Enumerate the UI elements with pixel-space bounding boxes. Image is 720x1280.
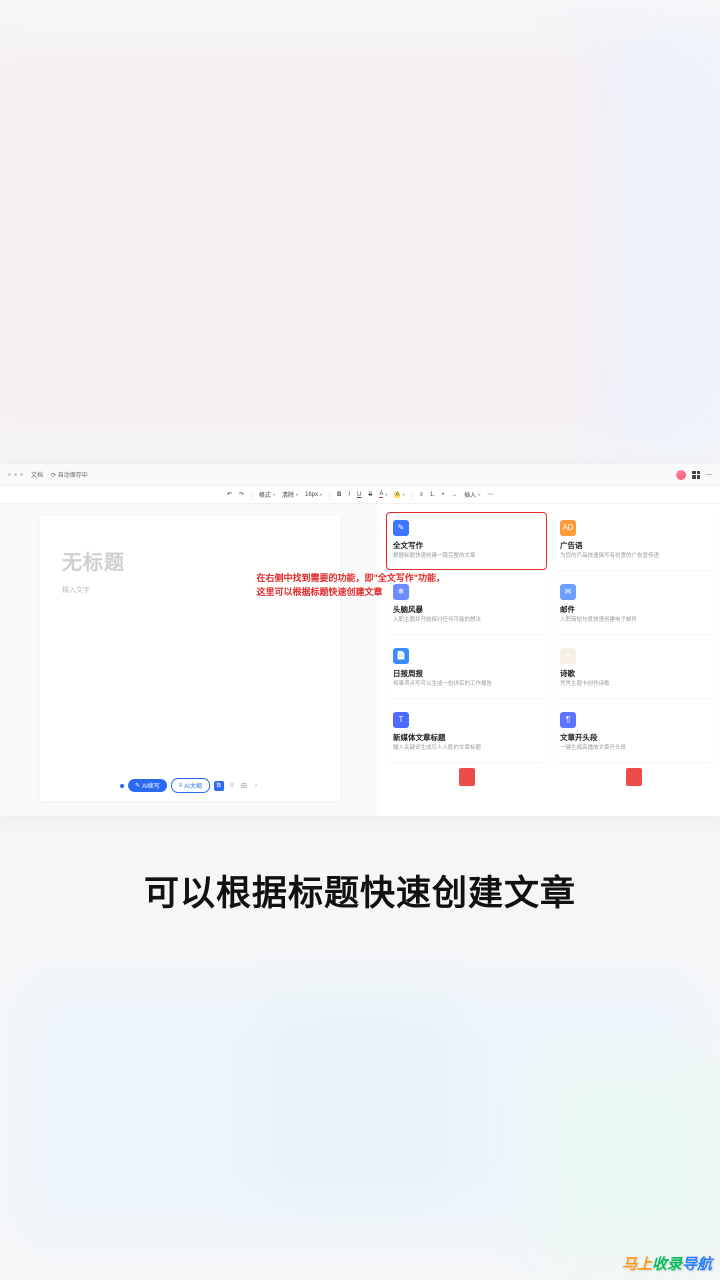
document-panel: 无标题 输入文字 在右侧中找到需要的功能，即"全文写作"功能， 这里可以根据标题… xyxy=(0,504,380,816)
feature-panel: ✎ 全文写作根据标题快速创建一篇完整的文章 AD 广告语为您的产品快速撰写有创意的广告… xyxy=(380,504,720,816)
view-mode-grid-icon[interactable]: 田 xyxy=(240,782,248,790)
annotation-line-2: 这里可以根据标题快速创建文章 xyxy=(256,585,445,599)
feature-desc: 一键生成高播放文章开头段 xyxy=(560,745,707,752)
unordered-list-button[interactable]: • xyxy=(442,492,444,498)
feature-title: 邮件 xyxy=(560,604,707,615)
feature-title: 广告语 xyxy=(560,540,707,551)
watermark-part-3: 导航 xyxy=(682,1253,712,1274)
feature-card-6[interactable]: T 新媒体文章标题输入关键词生成引人入胜的文章标题 xyxy=(386,704,547,762)
feature-card-partial-right[interactable] xyxy=(553,768,714,788)
insert-menu[interactable]: 插入▾ xyxy=(464,490,480,499)
format-painter-button[interactable]: 格式▾ xyxy=(259,490,275,499)
feature-card-0[interactable]: ✎ 全文写作根据标题快速创建一篇完整的文章 xyxy=(386,512,547,570)
feature-card-7[interactable]: ¶ 文章开头段一键生成高播放文章开头段 xyxy=(553,704,714,762)
subtitle-caption: 可以根据标题快速创建文章 xyxy=(0,865,720,916)
more-menu[interactable]: ⋯ xyxy=(487,491,493,498)
minimize-icon[interactable]: — xyxy=(706,472,712,478)
feature-icon: T xyxy=(393,712,409,728)
indent-button[interactable]: → xyxy=(451,492,457,498)
avatar[interactable] xyxy=(676,470,686,480)
feature-title: 头脑风暴 xyxy=(393,604,540,615)
document-page[interactable]: 无标题 输入文字 在右侧中找到需要的功能，即"全文写作"功能， 这里可以根据标题… xyxy=(40,516,340,801)
feature-desc: 将事项点写可以生成一份详实的工作报告 xyxy=(393,681,540,688)
strike-button[interactable]: S xyxy=(368,492,372,498)
feature-desc: 凭凭主题卡创作诗歌 xyxy=(560,681,707,688)
highlight-button[interactable]: A▾ xyxy=(394,492,404,498)
annotation-overlay: 在右侧中找到需要的功能，即"全文写作"功能， 这里可以根据标题快速创建文章 xyxy=(256,571,445,600)
font-size-select[interactable]: 16px▾ xyxy=(305,492,322,498)
watermark-part-2: 收录 xyxy=(652,1253,682,1274)
ai-continue-button[interactable]: ✎ AI续写 xyxy=(128,779,167,792)
feature-icon: ¶ xyxy=(560,712,576,728)
autosave-status: ⟳ 自动保存中 xyxy=(51,470,88,479)
feature-desc: 为您的产品快速撰写有创意的广告宣传语 xyxy=(560,553,707,560)
underline-button[interactable]: U xyxy=(357,492,361,498)
feature-title: 文章开头段 xyxy=(560,732,707,743)
footer-next-icon[interactable]: › xyxy=(252,782,260,790)
feature-title: 新媒体文章标题 xyxy=(393,732,540,743)
font-color-button[interactable]: A▾ xyxy=(379,491,387,498)
feature-icon: ✉ xyxy=(560,584,576,600)
word-count-button[interactable]: 数 xyxy=(214,781,224,791)
ai-outline-button[interactable]: ≡ AI大纲 xyxy=(171,778,210,793)
feature-card-partial-left[interactable] xyxy=(386,768,547,788)
editor-toolbar: ↶ ↷ 格式▾ 清除▾ 16px▾ B I U S A▾ A▾ ≡ 1. • →… xyxy=(0,486,720,504)
feature-title: 全文写作 xyxy=(393,540,540,551)
feature-card-4[interactable]: 📄 日报周报将事项点写可以生成一份详实的工作报告 xyxy=(386,640,547,698)
feature-card-3[interactable]: ✉ 邮件入职简短句意快速创建电子邮件 xyxy=(553,576,714,634)
redo-button[interactable]: ↷ xyxy=(239,491,244,498)
app-screenshot: 文档 ⟳ 自动保存中 — ↶ ↷ 格式▾ 清除▾ 16px▾ B I U S A… xyxy=(0,464,720,816)
align-button[interactable]: ≡ xyxy=(419,492,423,498)
view-mode-list-icon[interactable]: ≡ xyxy=(228,782,236,790)
clear-format-button[interactable]: 清除▾ xyxy=(282,490,298,499)
undo-button[interactable]: ↶ xyxy=(227,491,232,498)
bold-button[interactable]: B xyxy=(337,492,341,498)
watermark-part-1: 马上 xyxy=(622,1253,652,1274)
feature-desc: 入职主题并开始探讨任何可能的想法 xyxy=(393,617,540,624)
feature-icon: AD xyxy=(560,520,576,536)
feature-desc: 输入关键词生成引人入胜的文章标题 xyxy=(393,745,540,752)
feature-icon: 📄 xyxy=(393,648,409,664)
feature-icon: ✎ xyxy=(393,520,409,536)
feature-card-5[interactable]: ✒ 诗歌凭凭主题卡创作诗歌 xyxy=(553,640,714,698)
footer-dot-icon xyxy=(120,784,124,788)
feature-card-1[interactable]: AD 广告语为您的产品快速撰写有创意的广告宣传语 xyxy=(553,512,714,570)
left-indicator-icon xyxy=(8,473,23,476)
watermark: 马上 收录 导航 xyxy=(622,1253,712,1274)
ordered-list-button[interactable]: 1. xyxy=(430,492,435,498)
window-topbar: 文档 ⟳ 自动保存中 — xyxy=(0,464,720,486)
annotation-line-1: 在右侧中找到需要的功能，即"全文写作"功能， xyxy=(256,571,445,585)
feature-title: 日报周报 xyxy=(393,668,540,679)
feature-title: 诗歌 xyxy=(560,668,707,679)
doc-tab-label[interactable]: 文档 xyxy=(31,470,43,479)
document-footer-toolbar: ✎ AI续写 ≡ AI大纲 数 ≡ 田 › xyxy=(120,778,260,793)
feature-desc: 根据标题快速创建一篇完整的文章 xyxy=(393,553,540,560)
italic-button[interactable]: I xyxy=(348,492,350,498)
feature-icon: ✒ xyxy=(560,648,576,664)
feature-desc: 入职简短句意快速创建电子邮件 xyxy=(560,617,707,624)
apps-grid-icon[interactable] xyxy=(692,471,700,479)
